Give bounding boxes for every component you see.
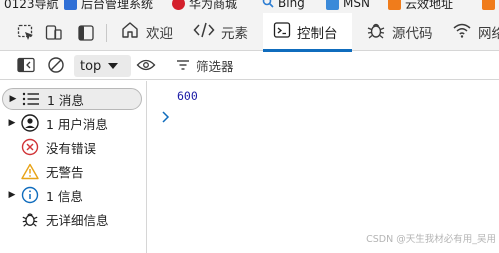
error-circle-icon <box>20 137 40 157</box>
sidebar-item-label: 1 用户消息 <box>46 116 108 132</box>
sidebar-item-user-messages[interactable]: ▶ 1 用户消息 <box>2 112 142 134</box>
sidebar-item-info[interactable]: ▶ 1 信息 <box>2 184 142 206</box>
tab-sources[interactable]: 源代码 <box>358 13 441 51</box>
live-expression-button[interactable] <box>136 56 156 76</box>
filter-input[interactable] <box>196 58 476 74</box>
console-toolbar: top <box>0 52 499 80</box>
bookmark-label: 后台管理系统 <box>81 0 154 11</box>
warning-triangle-icon <box>20 161 40 181</box>
sidebar-item-label: 1 消息 <box>47 92 84 108</box>
console-terminal-icon <box>273 21 291 43</box>
console-sidebar: ▶ 1 消息 ▶ 1 用户消息 没有错误 无警告 ▶ 1 信息 无详细信息 <box>0 81 147 253</box>
sidebar-item-verbose[interactable]: 无详细信息 <box>2 208 142 230</box>
sidebar-item-warnings[interactable]: 无警告 <box>2 160 142 182</box>
devtools-tab-strip: 欢迎 元素 控制台 源代码 网络 <box>0 13 499 52</box>
inspect-element-icon[interactable] <box>16 23 36 43</box>
list-icon <box>21 89 41 109</box>
tab-label: 元素 <box>221 26 248 42</box>
bookmark-msn[interactable]: MSN <box>326 0 370 11</box>
msn-logo-icon <box>326 0 339 10</box>
bookmark-overflow[interactable] <box>482 0 495 11</box>
caret-down-icon <box>107 59 119 74</box>
eye-icon <box>136 58 156 75</box>
sidebar-item-label: 1 信息 <box>46 188 83 204</box>
context-label: top <box>80 58 102 74</box>
bug-icon <box>20 209 40 229</box>
bookmark-favicon-icon <box>482 0 495 10</box>
tab-label: 欢迎 <box>146 26 173 42</box>
code-brackets-icon <box>193 21 215 43</box>
tab-elements[interactable]: 元素 <box>185 13 256 51</box>
home-icon <box>120 20 140 44</box>
bookmark-huawei-mall[interactable]: 华为商城 <box>172 0 237 11</box>
console-filter[interactable] <box>168 54 488 78</box>
bookmark-bing[interactable]: Bing <box>262 0 305 11</box>
sidebar-item-label: 没有错误 <box>46 140 97 156</box>
bookmark-label: 0123导航 <box>4 0 59 11</box>
sidebar-item-label: 无详细信息 <box>46 212 109 228</box>
dock-side-icon[interactable] <box>76 23 96 43</box>
user-circle-icon <box>20 113 40 133</box>
tab-label: 源代码 <box>392 26 433 42</box>
sidebar-panel-icon <box>17 57 35 76</box>
tab-network[interactable]: 网络 <box>446 13 499 51</box>
sidebar-item-label: 无警告 <box>46 164 84 180</box>
device-emulation-icon[interactable] <box>44 23 64 43</box>
expand-arrow-icon[interactable]: ▶ <box>2 118 20 128</box>
bookmark-yunxiao[interactable]: 云效地址 <box>388 0 453 11</box>
toolbar-divider <box>106 24 107 42</box>
huawei-logo-icon <box>172 0 185 10</box>
watermark: CSDN @天生我材必有用_吴用 <box>366 234 496 245</box>
expand-arrow-icon[interactable]: ▶ <box>3 94 21 104</box>
bookmark-0123[interactable]: 0123导航 <box>4 0 59 11</box>
yunxiao-logo-icon <box>388 0 401 10</box>
sidebar-item-errors[interactable]: 没有错误 <box>2 136 142 158</box>
tab-label: 控制台 <box>297 26 338 42</box>
bookmark-label: Bing <box>278 0 305 10</box>
console-prompt-chevron-icon[interactable] <box>159 110 173 124</box>
context-selector[interactable]: top <box>74 55 131 77</box>
info-circle-icon <box>20 185 40 205</box>
expand-arrow-icon[interactable]: ▶ <box>2 190 20 200</box>
bug-icon <box>366 20 386 44</box>
bookmark-favicon-icon <box>64 0 77 10</box>
toggle-sidebar-button[interactable] <box>16 56 36 76</box>
clear-circle-slash-icon <box>47 56 65 77</box>
bookmark-label: 云效地址 <box>405 0 454 11</box>
tab-welcome[interactable]: 欢迎 <box>112 13 181 51</box>
tab-console[interactable]: 控制台 <box>263 13 352 52</box>
tab-label: 网络 <box>478 26 499 42</box>
bookmark-label: MSN <box>343 0 370 10</box>
filter-icon <box>176 59 190 74</box>
bookmark-label: 华为商城 <box>189 0 238 11</box>
console-log-value: 600 <box>177 89 198 103</box>
sidebar-item-messages[interactable]: ▶ 1 消息 <box>2 88 142 110</box>
wifi-icon <box>452 21 472 43</box>
clear-console-button[interactable] <box>46 56 66 76</box>
console-output[interactable]: 600 <box>148 81 499 253</box>
search-icon <box>262 0 274 11</box>
bookmarks-bar: 0123导航 后台管理系统 华为商城 Bing MSN 云效地址 <box>0 0 499 13</box>
bookmark-admin-system[interactable]: 后台管理系统 <box>64 0 153 11</box>
